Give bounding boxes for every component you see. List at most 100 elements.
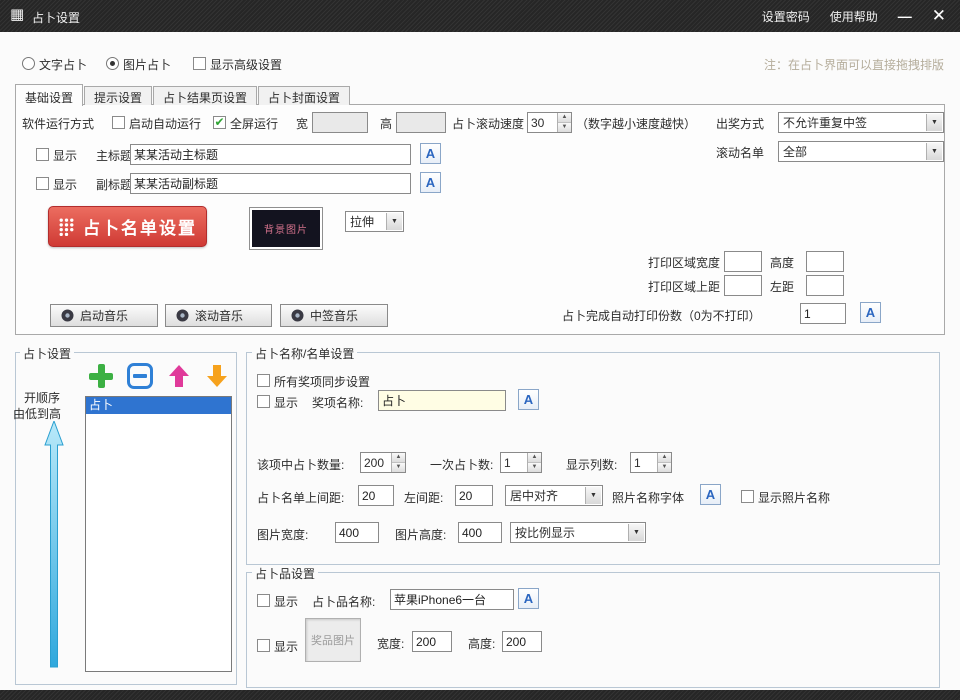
radio-text-mode[interactable] xyxy=(22,57,35,70)
radio-image-mode[interactable] xyxy=(106,57,119,70)
prize-image-height-input[interactable] xyxy=(502,631,542,652)
chevron-down-icon: ▼ xyxy=(926,143,942,160)
prize-image-width-input[interactable] xyxy=(412,631,452,652)
photo-name-font-button[interactable]: A xyxy=(700,484,721,505)
print-font-button[interactable]: A xyxy=(860,302,881,323)
main-title-input[interactable] xyxy=(130,144,411,165)
stretch-mode-select[interactable]: 拉伸 ▼ xyxy=(345,211,404,232)
move-up-button[interactable] xyxy=(165,362,193,390)
prize-mode-select[interactable]: 不允许重复中签 ▼ xyxy=(778,112,944,133)
show-sub-title-checkbox[interactable] xyxy=(36,177,49,190)
show-photo-name-label: 显示照片名称 xyxy=(758,489,830,506)
main-title-font-button[interactable]: A xyxy=(420,143,441,164)
item-count-label: 该项中占卜数量: xyxy=(257,456,344,473)
image-height-input[interactable] xyxy=(458,522,502,543)
background-image-thumbnail[interactable]: 背景图片 xyxy=(249,207,323,250)
per-draw-spinner[interactable]: 1 ▲ ▼ xyxy=(500,452,542,473)
set-password-link[interactable]: 设置密码 xyxy=(762,8,810,25)
print-count-label: 占卜完成自动打印份数（0为不打印） xyxy=(562,307,761,324)
speed-hint: （数字越小速度越快） xyxy=(576,115,696,132)
item-count-spinner[interactable]: 200 ▲ ▼ xyxy=(360,452,406,473)
show-prize-name-show-label: 显示 xyxy=(274,394,298,411)
minus-icon xyxy=(127,363,153,389)
titlebar: ▦ 占卜设置 设置密码 使用帮助 — ✕ xyxy=(0,0,960,32)
rolling-music-button[interactable]: 滚动音乐 xyxy=(165,304,272,327)
sub-title-label: 副标题 xyxy=(96,176,132,193)
print-area-height-input[interactable] xyxy=(806,251,844,272)
image-width-input[interactable] xyxy=(335,522,379,543)
scroll-speed-spinner[interactable]: 30 ▲ ▼ xyxy=(527,112,572,133)
close-icon[interactable]: ✕ xyxy=(932,6,946,26)
spin-up-icon[interactable]: ▲ xyxy=(658,453,671,462)
window-width-input[interactable] xyxy=(312,112,368,133)
sync-all-checkbox[interactable] xyxy=(257,374,270,387)
startup-music-button[interactable]: 启动音乐 xyxy=(50,304,158,327)
advanced-settings-checkbox[interactable] xyxy=(193,57,206,70)
roll-list-select[interactable]: 全部 ▼ xyxy=(778,141,944,162)
radio-image-mode-label: 图片占卜 xyxy=(123,56,171,73)
photo-font-label: 照片名称字体 xyxy=(612,489,684,506)
alignment-select[interactable]: 居中对齐 ▼ xyxy=(505,485,603,506)
name-list-settings-button[interactable]: 占卜名单设置 xyxy=(48,206,207,247)
sub-title-font-button[interactable]: A xyxy=(420,172,441,193)
print-count-input[interactable] xyxy=(800,303,846,324)
window-height-input[interactable] xyxy=(396,112,446,133)
list-item[interactable]: 占卜 xyxy=(86,397,231,414)
autorun-label: 启动自动运行 xyxy=(129,115,201,132)
spin-down-icon[interactable]: ▼ xyxy=(658,462,671,472)
move-down-button[interactable] xyxy=(203,362,231,390)
tab-basic-settings[interactable]: 基础设置 xyxy=(15,84,83,106)
print-area-width-input[interactable] xyxy=(724,251,762,272)
prize-name-input[interactable] xyxy=(378,390,506,411)
show-photo-name-checkbox[interactable] xyxy=(741,490,754,503)
winning-music-button[interactable]: 中签音乐 xyxy=(280,304,388,327)
add-item-button[interactable] xyxy=(87,362,115,390)
spin-up-icon[interactable]: ▲ xyxy=(392,453,405,462)
divination-settings-window: ▦ 占卜设置 设置密码 使用帮助 — ✕ 文字占卜 图片占卜 显示高级设置 注：… xyxy=(0,0,960,700)
fullscreen-checkbox[interactable]: ✔ xyxy=(213,116,226,129)
spin-down-icon[interactable]: ▼ xyxy=(392,462,405,472)
spin-up-icon[interactable]: ▲ xyxy=(528,453,541,462)
radio-text-mode-label: 文字占卜 xyxy=(39,56,87,73)
show-prize-image-checkbox[interactable] xyxy=(257,639,270,652)
top-margin-input[interactable] xyxy=(358,485,394,506)
prize-item-font-button[interactable]: A xyxy=(518,588,539,609)
left-margin-input[interactable] xyxy=(455,485,493,506)
show-main-title-checkbox[interactable] xyxy=(36,148,49,161)
prize-image-placeholder[interactable]: 奖品图片 xyxy=(305,618,361,662)
main-title-label: 主标题 xyxy=(96,147,132,164)
spin-up-icon[interactable]: ▲ xyxy=(558,113,571,122)
prize-item-name-label: 占卜品名称: xyxy=(312,593,375,610)
background-image-preview: 背景图片 xyxy=(252,210,320,247)
minimize-icon[interactable]: — xyxy=(898,8,912,24)
prize-mode-label: 出奖方式 xyxy=(716,115,764,132)
roll-list-label: 滚动名单 xyxy=(716,144,764,161)
settings-tabbar: 基础设置 提示设置 占卜结果页设置 占卜封面设置 xyxy=(15,83,351,105)
spin-down-icon[interactable]: ▼ xyxy=(528,462,541,472)
print-area-left-label: 左距 xyxy=(770,278,794,295)
print-area-width-label: 打印区域宽度 xyxy=(648,254,720,271)
columns-spinner[interactable]: 1 ▲ ▼ xyxy=(630,452,672,473)
print-area-top-input[interactable] xyxy=(724,275,762,296)
scale-mode-select[interactable]: 按比例显示 ▼ xyxy=(510,522,646,543)
chevron-down-icon: ▼ xyxy=(386,213,402,230)
print-area-left-input[interactable] xyxy=(806,275,844,296)
prize-item-name-input[interactable] xyxy=(390,589,514,610)
drag-layout-note: 注：在占卜界面可以直接拖拽排版 xyxy=(764,56,944,73)
tab-result-page-settings[interactable]: 占卜结果页设置 xyxy=(153,86,257,105)
sub-title-input[interactable] xyxy=(130,173,411,194)
show-prize-item-checkbox[interactable] xyxy=(257,594,270,607)
help-link[interactable]: 使用帮助 xyxy=(830,8,878,25)
autorun-checkbox[interactable] xyxy=(112,116,125,129)
cd-icon xyxy=(176,309,189,322)
remove-item-button[interactable] xyxy=(126,362,154,390)
tab-cover-settings[interactable]: 占卜封面设置 xyxy=(258,86,350,105)
show-prize-name-checkbox[interactable] xyxy=(257,395,270,408)
prize-item-listbox[interactable]: 占卜 xyxy=(85,396,232,672)
prize-name-font-button[interactable]: A xyxy=(518,389,539,410)
tab-hint-settings[interactable]: 提示设置 xyxy=(84,86,152,105)
show-main-title-label: 显示 xyxy=(53,147,77,164)
arrow-down-icon xyxy=(207,365,227,387)
height-label: 高 xyxy=(380,115,392,132)
spin-down-icon[interactable]: ▼ xyxy=(558,122,571,132)
